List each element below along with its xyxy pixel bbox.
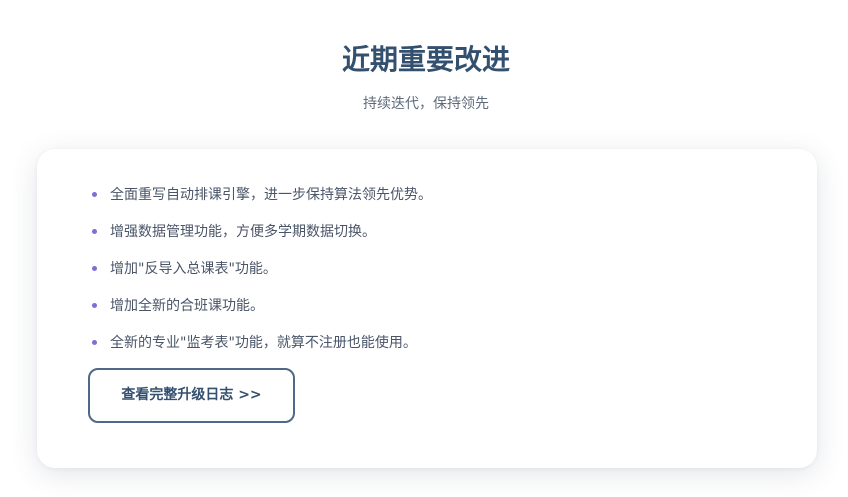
list-item-text: 增强数据管理功能，方便多学期数据切换。 [110,224,376,240]
list-item: 全新的专业"监考表"功能，就算不注册也能使用。 [92,331,432,368]
improvements-card: 全面重写自动排课引擎，进一步保持算法领先优势。 增强数据管理功能，方便多学期数据… [37,149,817,468]
list-item-text: 全面重写自动排课引擎，进一步保持算法领先优势。 [110,187,432,203]
bullet-dot-icon [92,340,97,345]
list-item: 增加"反导入总课表"功能。 [92,257,432,294]
improvements-list: 全面重写自动排课引擎，进一步保持算法领先优势。 增强数据管理功能，方便多学期数据… [92,183,432,368]
view-changelog-button[interactable]: 查看完整升级日志 >> [88,368,295,423]
bullet-dot-icon [92,229,97,234]
page-title: 近期重要改进 [341,43,510,76]
bullet-dot-icon [92,303,97,308]
bullet-dot-icon [92,192,97,197]
list-item-text: 全新的专业"监考表"功能，就算不注册也能使用。 [110,335,417,351]
list-item: 增加全新的合班课功能。 [92,294,432,331]
page-subtitle: 持续迭代，保持领先 [363,96,489,112]
list-item-text: 增加"反导入总课表"功能。 [110,261,277,277]
list-item: 全面重写自动排课引擎，进一步保持算法领先优势。 [92,183,432,220]
list-item: 增强数据管理功能，方便多学期数据切换。 [92,220,432,257]
bullet-dot-icon [92,266,97,271]
list-item-text: 增加全新的合班课功能。 [110,298,264,314]
